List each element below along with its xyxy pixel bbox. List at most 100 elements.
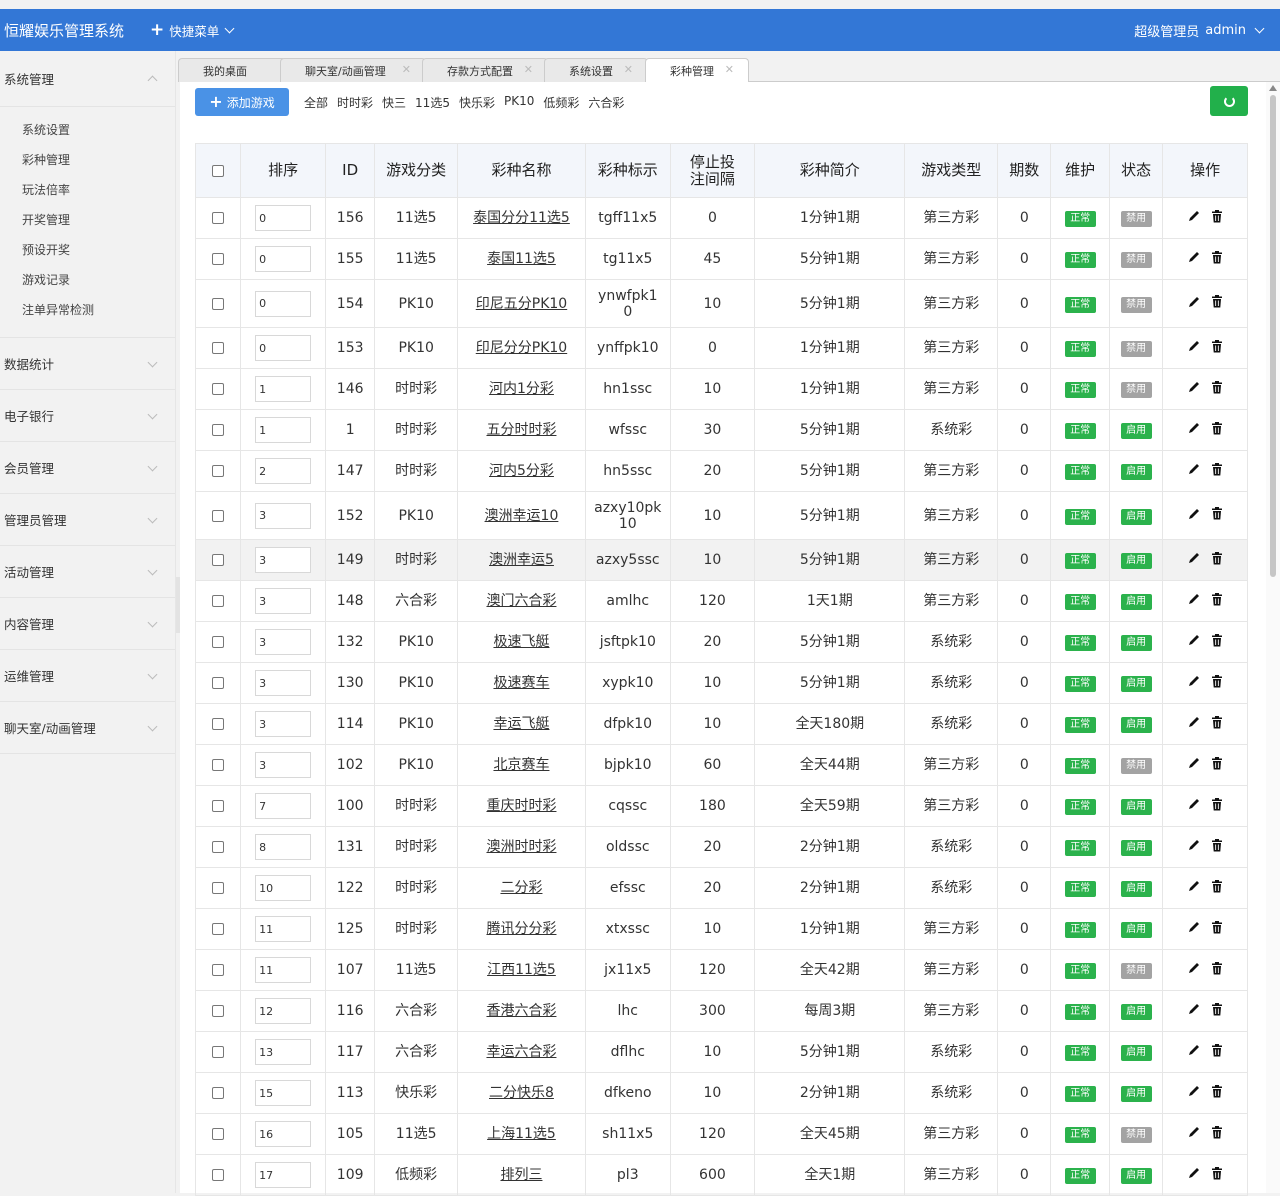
edit-pencil-icon[interactable] [1187,421,1201,439]
delete-trash-icon[interactable] [1211,507,1223,524]
status-badge[interactable]: 启用 [1120,922,1152,938]
status-badge[interactable]: 启用 [1120,1004,1152,1020]
select-all-checkbox[interactable] [212,164,225,177]
row-checkbox[interactable] [212,923,225,935]
status-badge[interactable]: 启用 [1120,423,1152,439]
edit-pencil-icon[interactable] [1187,756,1201,774]
delete-trash-icon[interactable] [1211,250,1223,268]
maintenance-badge[interactable]: 正常 [1064,341,1096,357]
delete-trash-icon[interactable] [1211,551,1223,569]
maintenance-badge[interactable]: 正常 [1064,758,1096,774]
sidebar-group[interactable]: 聊天室/动画管理 [0,702,175,754]
status-badge[interactable]: 禁用 [1120,341,1152,357]
status-badge[interactable]: 启用 [1120,840,1152,856]
maintenance-badge[interactable]: 正常 [1064,1127,1096,1143]
sort-input[interactable] [255,711,312,737]
sort-input[interactable] [255,1080,312,1106]
lottery-name-link[interactable]: 极速飞艇 [493,634,549,650]
row-checkbox[interactable] [212,718,225,730]
sort-input[interactable] [255,547,312,573]
sort-input[interactable] [255,290,312,317]
scrollbar-thumb[interactable] [1270,95,1276,577]
lottery-name-link[interactable]: 幸运飞艇 [493,716,549,732]
delete-trash-icon[interactable] [1211,421,1223,439]
row-checkbox[interactable] [212,677,225,689]
lottery-name-link[interactable]: 北京赛车 [493,757,549,773]
status-badge[interactable]: 启用 [1120,635,1152,651]
maintenance-badge[interactable]: 正常 [1064,799,1096,815]
close-icon[interactable]: ✕ [725,63,734,76]
maintenance-badge[interactable]: 正常 [1064,553,1096,569]
status-badge[interactable]: 启用 [1120,508,1152,525]
sidebar-subitem[interactable]: 游戏记录 [0,265,175,295]
sidebar-subitem[interactable]: 预设开奖 [0,235,175,265]
scroll-up-arrow-icon[interactable] [1269,85,1277,91]
maintenance-badge[interactable]: 正常 [1064,382,1096,398]
delete-trash-icon[interactable] [1211,797,1223,815]
maintenance-badge[interactable]: 正常 [1064,1168,1096,1184]
row-checkbox[interactable] [212,342,225,354]
lottery-name-link[interactable]: 印尼五分PK10 [476,296,567,312]
delete-trash-icon[interactable] [1211,209,1223,227]
delete-trash-icon[interactable] [1211,961,1223,979]
status-badge[interactable]: 启用 [1120,464,1152,480]
delete-trash-icon[interactable] [1211,920,1223,938]
delete-trash-icon[interactable] [1211,592,1223,610]
status-badge[interactable]: 启用 [1120,1045,1152,1061]
sort-input[interactable] [255,335,312,361]
row-checkbox[interactable] [212,1087,225,1099]
sort-input[interactable] [255,752,312,778]
delete-trash-icon[interactable] [1211,1084,1223,1102]
maintenance-badge[interactable]: 正常 [1064,508,1096,525]
maintenance-badge[interactable]: 正常 [1064,963,1096,979]
status-badge[interactable]: 禁用 [1120,758,1152,774]
delete-trash-icon[interactable] [1211,674,1223,692]
status-badge[interactable]: 启用 [1120,881,1152,897]
sidebar-subitem[interactable]: 注单异常检测 [0,295,175,325]
tab[interactable]: 存款方式配置 ✕ [422,58,548,82]
row-checkbox[interactable] [212,595,225,607]
sidebar-group[interactable]: 数据统计 [0,338,175,390]
delete-trash-icon[interactable] [1211,462,1223,480]
sort-input[interactable] [255,588,312,614]
status-badge[interactable]: 禁用 [1120,1127,1152,1143]
sidebar-group[interactable]: 内容管理 [0,598,175,650]
maintenance-badge[interactable]: 正常 [1064,211,1096,227]
edit-pencil-icon[interactable] [1187,209,1201,227]
lottery-name-link[interactable]: 排列三 [500,1167,542,1183]
lottery-name-link[interactable]: 重庆时时彩 [486,798,556,814]
status-badge[interactable]: 启用 [1120,717,1152,733]
filter-link[interactable]: 六合彩 [588,94,624,111]
lottery-name-link[interactable]: 幸运六合彩 [486,1044,556,1060]
lottery-name-link[interactable]: 上海11选5 [487,1126,556,1142]
row-checkbox[interactable] [212,759,225,771]
status-badge[interactable]: 启用 [1120,1086,1152,1102]
maintenance-badge[interactable]: 正常 [1064,1045,1096,1061]
status-badge[interactable]: 禁用 [1120,211,1152,227]
edit-pencil-icon[interactable] [1187,715,1201,733]
maintenance-badge[interactable]: 正常 [1064,635,1096,651]
sidebar-subitem[interactable]: 玩法倍率 [0,175,175,205]
status-badge[interactable]: 禁用 [1120,963,1152,979]
user-menu[interactable]: 超级管理员 admin [1134,21,1266,40]
row-checkbox[interactable] [212,253,225,265]
status-badge[interactable]: 启用 [1120,1168,1152,1184]
lottery-name-link[interactable]: 泰国11选5 [487,251,556,267]
lottery-name-link[interactable]: 泰国分分11选5 [473,210,570,226]
sort-input[interactable] [255,916,312,942]
edit-pencil-icon[interactable] [1187,380,1201,398]
edit-pencil-icon[interactable] [1187,633,1201,651]
lottery-name-link[interactable]: 河内1分彩 [489,381,554,397]
add-game-button[interactable]: + 添加游戏 [195,88,289,116]
maintenance-badge[interactable]: 正常 [1064,464,1096,480]
maintenance-badge[interactable]: 正常 [1064,423,1096,439]
lottery-name-link[interactable]: 澳洲幸运10 [485,508,559,524]
sidebar-group[interactable]: 活动管理 [0,546,175,598]
sidebar-group-system[interactable]: 系统管理 [0,51,175,107]
delete-trash-icon[interactable] [1211,380,1223,398]
delete-trash-icon[interactable] [1211,879,1223,897]
lottery-name-link[interactable]: 五分时时彩 [486,422,556,438]
sidebar-subitem[interactable]: 系统设置 [0,115,175,145]
delete-trash-icon[interactable] [1211,1043,1223,1061]
edit-pencil-icon[interactable] [1187,250,1201,268]
